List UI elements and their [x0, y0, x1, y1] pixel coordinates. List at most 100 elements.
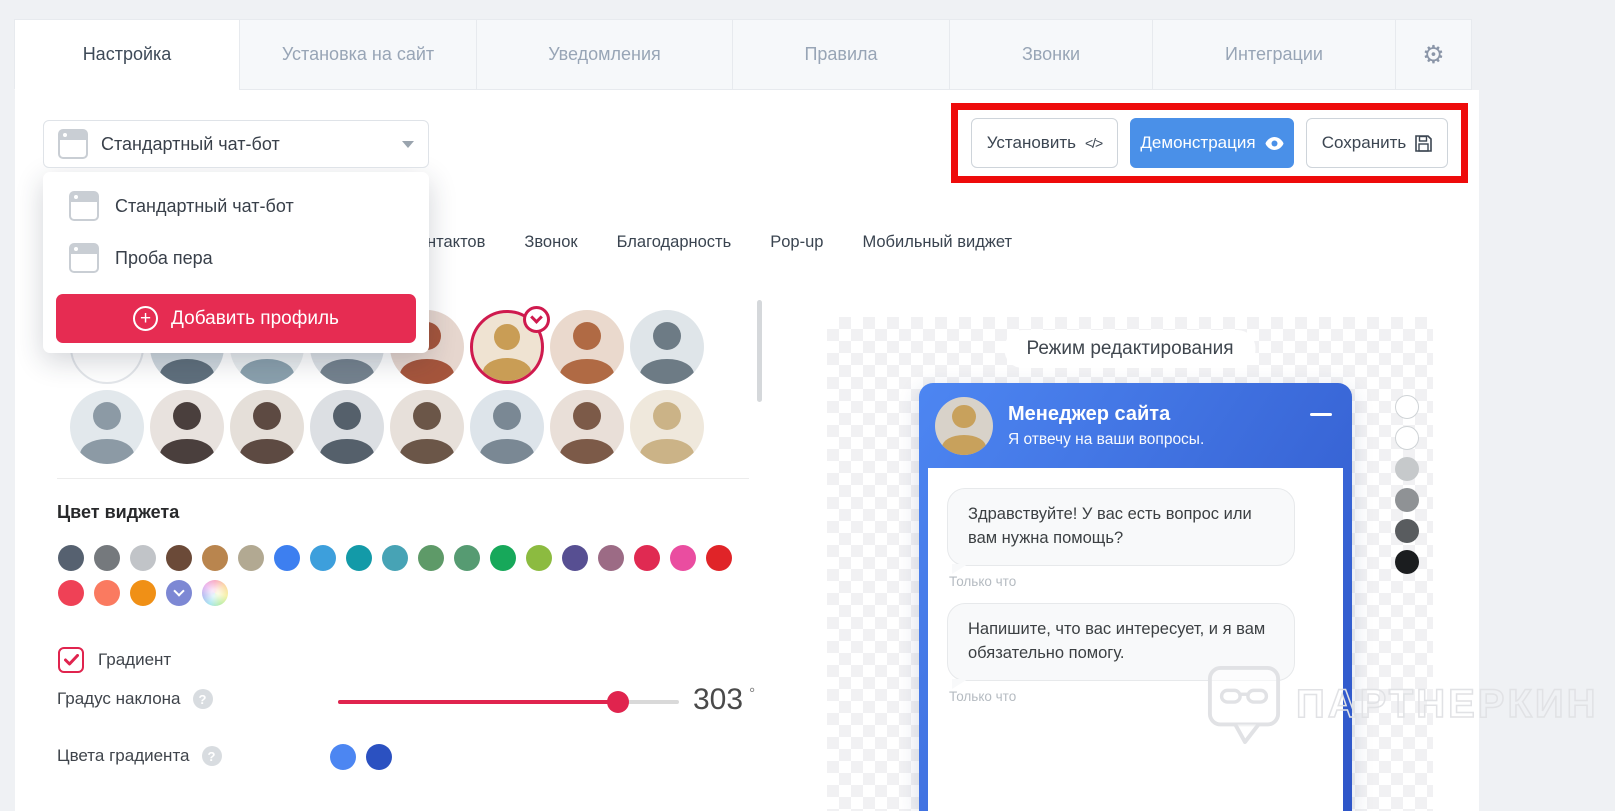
tab-2[interactable]: Установка на сайт	[239, 19, 477, 90]
widget-subtabs: нтактов Звонок Благодарность Pop-up Мобильны…	[427, 233, 1012, 252]
demo-button[interactable]: Демонстрация	[1130, 118, 1294, 168]
profile-dropdown: Стандартный чат-бот Проба пера + Добавить…	[43, 172, 429, 353]
gradient-color-pickers	[330, 744, 392, 770]
chat-message-bubble: Здравствуйте! У вас есть вопрос или вам …	[947, 488, 1295, 574]
selected-chevron-icon	[173, 585, 185, 597]
color-swatch[interactable]	[598, 545, 624, 571]
color-swatch[interactable]	[130, 580, 156, 606]
add-profile-button[interactable]: + Добавить профиль	[56, 294, 416, 343]
help-icon[interactable]: ?	[192, 689, 213, 709]
color-swatch[interactable]	[166, 545, 192, 571]
avatar-option[interactable]	[390, 390, 464, 464]
annotation-highlight-box: Установить </> Демонстрация Сохранить	[951, 103, 1468, 183]
gear-icon: ⚙	[1422, 40, 1445, 69]
tab-3[interactable]: Уведомления	[476, 19, 733, 90]
chat-header: Менеджер сайта Я отвечу на ваши вопросы.	[919, 383, 1352, 468]
widget-window-icon	[58, 129, 88, 159]
gradient-label: Градиент	[98, 650, 172, 669]
gradient-color-2[interactable]	[366, 744, 392, 770]
tab-5[interactable]: Звонки	[949, 19, 1153, 90]
preview-mode-title: Режим редактирования	[1004, 330, 1256, 368]
widget-window-icon	[69, 243, 99, 273]
avatar-option[interactable]	[150, 390, 224, 464]
subtab-1[interactable]: нтактов	[427, 233, 485, 252]
color-swatch[interactable]	[562, 545, 588, 571]
chat-manager-name: Менеджер сайта	[1008, 402, 1171, 425]
color-swatch[interactable]	[490, 545, 516, 571]
message-timestamp: Только что	[949, 688, 1017, 704]
color-swatch[interactable]	[94, 580, 120, 606]
save-button[interactable]: Сохранить	[1306, 118, 1448, 168]
shade-dot[interactable]	[1395, 488, 1419, 512]
color-swatch[interactable]	[706, 545, 732, 571]
checkmark-icon	[63, 654, 79, 666]
color-swatch[interactable]	[166, 580, 192, 606]
color-swatch[interactable]	[238, 545, 264, 571]
shade-dot[interactable]	[1395, 550, 1419, 574]
widget-window-icon	[69, 191, 99, 221]
color-swatch[interactable]	[130, 545, 156, 571]
avatar-option[interactable]	[630, 310, 704, 384]
avatar-option[interactable]	[310, 390, 384, 464]
color-swatch[interactable]	[670, 545, 696, 571]
avatar-scrollbar[interactable]	[757, 300, 762, 402]
tab-bar: Настройка Установка на сайт Уведомления Пра…	[14, 19, 1472, 90]
gradient-color-1[interactable]	[330, 744, 356, 770]
color-swatch[interactable]	[634, 545, 660, 571]
color-swatch[interactable]	[346, 545, 372, 571]
install-button[interactable]: Установить </>	[971, 118, 1118, 168]
angle-label: Градус наклона	[57, 689, 181, 708]
tab-6[interactable]: Интеграции	[1152, 19, 1396, 90]
color-swatch[interactable]	[382, 545, 408, 571]
profile-select[interactable]: Стандартный чат-бот	[43, 120, 429, 168]
subtab-5[interactable]: Мобильный виджет	[862, 233, 1012, 252]
color-swatch[interactable]	[94, 545, 120, 571]
profile-option-1[interactable]: Стандартный чат-бот	[43, 180, 429, 232]
avatar-selected[interactable]	[470, 306, 550, 384]
avatar-option[interactable]	[550, 310, 624, 384]
avatar-option[interactable]	[230, 390, 304, 464]
slider-handle[interactable]	[606, 691, 629, 713]
chat-widget-preview: Менеджер сайта Я отвечу на ваши вопросы.…	[919, 383, 1352, 811]
avatar-option[interactable]	[470, 390, 544, 464]
message-timestamp: Только что	[949, 573, 1017, 589]
avatar-option[interactable]	[550, 390, 624, 464]
chat-message-bubble: Напишите, что вас интересует, и я вам об…	[947, 602, 1295, 689]
chevron-down-icon	[402, 140, 414, 148]
shade-dot[interactable]	[1395, 457, 1419, 481]
settings-gear-tab[interactable]: ⚙	[1395, 19, 1472, 90]
minimize-icon[interactable]	[1310, 413, 1332, 416]
tab-1[interactable]: Настройка	[14, 19, 240, 90]
color-swatch[interactable]	[274, 545, 300, 571]
avatar-row-2	[70, 390, 704, 464]
shade-dot[interactable]	[1395, 519, 1419, 543]
subtab-3[interactable]: Благодарность	[617, 233, 732, 252]
code-icon: </>	[1084, 135, 1103, 151]
gradient-checkbox[interactable]	[58, 647, 84, 673]
color-swatch[interactable]	[418, 545, 444, 571]
color-swatch[interactable]	[310, 545, 336, 571]
shade-dot[interactable]	[1395, 395, 1419, 419]
slider-fill	[338, 700, 618, 704]
tab-4[interactable]: Правила	[732, 19, 950, 90]
angle-slider[interactable]	[338, 691, 679, 713]
degree-sign: °	[749, 685, 756, 702]
shade-dot[interactable]	[1395, 426, 1419, 450]
subtab-2[interactable]: Звонок	[524, 233, 577, 252]
color-swatch[interactable]	[58, 545, 84, 571]
chat-manager-avatar	[935, 396, 993, 455]
eye-icon	[1265, 136, 1284, 150]
profile-option-2[interactable]: Проба пера	[43, 232, 429, 284]
color-swatch[interactable]	[526, 545, 552, 571]
color-swatch[interactable]	[58, 580, 84, 606]
custom-color-swatch[interactable]	[202, 580, 228, 606]
subtab-4[interactable]: Pop-up	[770, 233, 823, 252]
color-swatch-row-1	[58, 545, 732, 571]
plus-icon: +	[133, 306, 159, 331]
color-swatch[interactable]	[202, 545, 228, 571]
avatar-option[interactable]	[630, 390, 704, 464]
help-icon[interactable]: ?	[201, 746, 222, 766]
color-swatch[interactable]	[454, 545, 480, 571]
chat-manager-status: Я отвечу на ваши вопросы.	[1008, 430, 1205, 448]
avatar-option[interactable]	[70, 390, 144, 464]
